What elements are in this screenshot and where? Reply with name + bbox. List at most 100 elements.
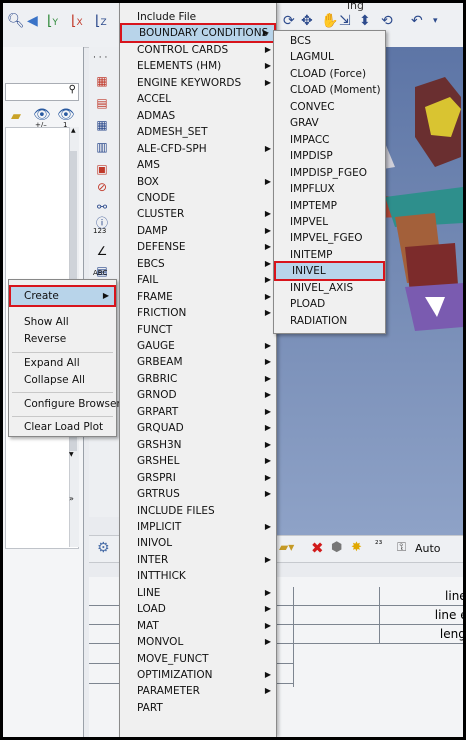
zoom-icon[interactable]: 🔍︎ [7,13,25,29]
menu-item-damp[interactable]: DAMP ▶ [120,223,276,239]
zoom-window-icon[interactable]: ⇲ [339,13,351,29]
menu-item-boundary-conditions[interactable]: BOUNDARY CONDITIONS ▶ [120,23,276,43]
submenu-item-impdisp[interactable]: IMPDISP [274,148,385,164]
menu-item-ams[interactable]: AMS [120,157,276,173]
axis-x-view-icon[interactable]: ⌊X [71,13,83,31]
auto-label[interactable]: Auto [415,542,441,555]
menu-item-inter[interactable]: INTER ▶ [120,552,276,568]
menu-item-part[interactable]: PART [120,700,276,716]
menu-item-admas[interactable]: ADMAS [120,108,276,124]
menu-item-grsh3n[interactable]: GRSH3N ▶ [120,437,276,453]
spin-icon[interactable]: ⟲ [381,13,393,29]
menu-item-grnod[interactable]: GRNOD ▶ [120,387,276,403]
display-icon[interactable]: ✸ [351,540,362,555]
menu-item-implicit[interactable]: IMPLICIT ▶ [120,519,276,535]
submenu-item-impvel[interactable]: IMPVEL [274,214,385,230]
section-icon[interactable]: ⬍ [359,13,371,29]
menu-item-gauge[interactable]: GAUGE ▶ [120,338,276,354]
table-cell-lines[interactable]: lines [379,587,463,605]
mass-icon[interactable]: ▣ [93,161,111,177]
back-arrow-icon[interactable]: ◀ [27,13,38,29]
context-item-expand-all[interactable]: Expand All [9,355,116,372]
menu-item-frame[interactable]: FRAME ▶ [120,289,276,305]
menu-item-engine-keywords[interactable]: ENGINE KEYWORDS ▶ [120,75,276,91]
submenu-item-convec[interactable]: CONVEC [274,99,385,115]
cancel-circle-icon[interactable]: ⊘ [93,179,111,195]
menu-item-parameter[interactable]: PARAMETER ▶ [120,683,276,699]
grid-icon[interactable]: ▦ [93,117,111,133]
folder-icon[interactable]: ▰ [11,109,21,124]
delete-x-icon[interactable]: ✖ [311,539,324,557]
menu-item-elements-hm[interactable]: ELEMENTS (HM) ▶ [120,58,276,74]
menu-item-monvol[interactable]: MONVOL ▶ [120,634,276,650]
submenu-item-cload-force[interactable]: CLOAD (Force) [274,66,385,82]
bc-icon[interactable]: ▤ [93,95,111,111]
axis-z-view-icon[interactable]: ⌊Z [95,13,107,31]
menu-item-move-funct[interactable]: MOVE_FUNCT [120,651,276,667]
submenu-item-grav[interactable]: GRAV [274,115,385,131]
menu-item-defense[interactable]: DEFENSE ▶ [120,239,276,255]
menu-item-grtrus[interactable]: GRTRUS ▶ [120,486,276,502]
menu-item-optimization[interactable]: OPTIMIZATION ▶ [120,667,276,683]
menu-item-grpart[interactable]: GRPART ▶ [120,404,276,420]
more-dots-icon[interactable]: · · · [93,53,107,63]
settings-gear-icon[interactable]: ⚙ [97,540,110,556]
auto-tool-icon[interactable]: ⚿ [397,540,406,555]
axis-y-view-icon[interactable]: ⌊Y [47,13,58,31]
menu-item-box[interactable]: BOX ▶ [120,174,276,190]
submenu-item-impvel-fgeo[interactable]: IMPVEL_FGEO [274,230,385,246]
menu-item-grbeam[interactable]: GRBEAM ▶ [120,354,276,370]
rotate-icon[interactable]: ⟳ [283,13,295,29]
menu-item-intthick[interactable]: INTTHICK [120,568,276,584]
collapse-panel-icon[interactable]: » [69,494,74,503]
context-item-configure-browser[interactable]: Configure Browser [9,396,121,413]
menu-item-grquad[interactable]: GRQUAD ▶ [120,420,276,436]
search-icon[interactable]: ⚲ [69,84,76,95]
dropdown-tool-icon[interactable]: ▰▾ [279,540,294,554]
submenu-item-imptemp[interactable]: IMPTEMP [274,198,385,214]
numbering-icon[interactable]: ²³ [375,540,382,550]
menu-item-control-cards[interactable]: CONTROL CARDS ▶ [120,42,276,58]
menu-item-grbric[interactable]: GRBRIC ▶ [120,371,276,387]
context-item-create[interactable]: Create ▶ [9,285,116,307]
context-item-reverse[interactable]: Reverse [9,331,116,348]
submenu-item-impdisp-fgeo[interactable]: IMPDISP_FGEO [274,165,385,181]
menu-item-mat[interactable]: MAT ▶ [120,618,276,634]
scroll-up-icon[interactable]: ▲ [71,127,76,134]
submenu-item-inivel[interactable]: INIVEL [274,261,385,281]
submenu-item-impacc[interactable]: IMPACC [274,132,385,148]
submenu-item-bcs[interactable]: BCS [274,33,385,49]
load-collector-icon[interactable]: ▦ [93,73,111,89]
undo-dropdown-icon[interactable]: ▾ [433,13,438,29]
menu-item-accel[interactable]: ACCEL [120,91,276,107]
menu-item-line[interactable]: LINE ▶ [120,585,276,601]
submenu-item-inivel-axis[interactable]: INIVEL_AXIS [274,280,385,296]
menu-item-funct[interactable]: FUNCT [120,322,276,338]
submenu-item-radiation[interactable]: RADIATION [274,313,385,329]
binoculars-icon[interactable]: ⚯ [93,199,111,215]
menu-item-include-files[interactable]: INCLUDE FILES [120,503,276,519]
mesh-icon[interactable]: ▥ [93,139,111,155]
submenu-item-pload[interactable]: PLOAD [274,296,385,312]
menu-item-ale-cfd-sph[interactable]: ALE-CFD-SPH ▶ [120,141,276,157]
menu-item-fail[interactable]: FAIL ▶ [120,272,276,288]
browser-search-input[interactable]: ⚲ [5,83,79,101]
table-cell-line-edit[interactable]: line edit [379,606,463,624]
menu-item-load[interactable]: LOAD ▶ [120,601,276,617]
context-item-show-all[interactable]: Show All [9,314,116,331]
submenu-item-impflux[interactable]: IMPFLUX [274,181,385,197]
menu-item-grshel[interactable]: GRSHEL ▶ [120,453,276,469]
menu-item-inivol[interactable]: INIVOL [120,535,276,551]
context-item-clear-load-plot[interactable]: Clear Load Plot [9,419,116,436]
table-cell-length[interactable]: length [379,625,463,643]
pan-hand-icon[interactable]: ✋ [321,13,338,29]
context-item-collapse-all[interactable]: Collapse All [9,372,116,389]
plugin-icon[interactable]: ⬢ [331,540,342,555]
undo-icon[interactable]: ↶ [411,13,423,29]
menu-item-friction[interactable]: FRICTION ▶ [120,305,276,321]
menu-item-admesh-set[interactable]: ADMESH_SET [120,124,276,140]
submenu-item-cload-moment[interactable]: CLOAD (Moment) [274,82,385,98]
menu-item-cnode[interactable]: CNODE [120,190,276,206]
move-icon[interactable]: ✥ [301,13,313,29]
menu-item-ebcs[interactable]: EBCS ▶ [120,256,276,272]
